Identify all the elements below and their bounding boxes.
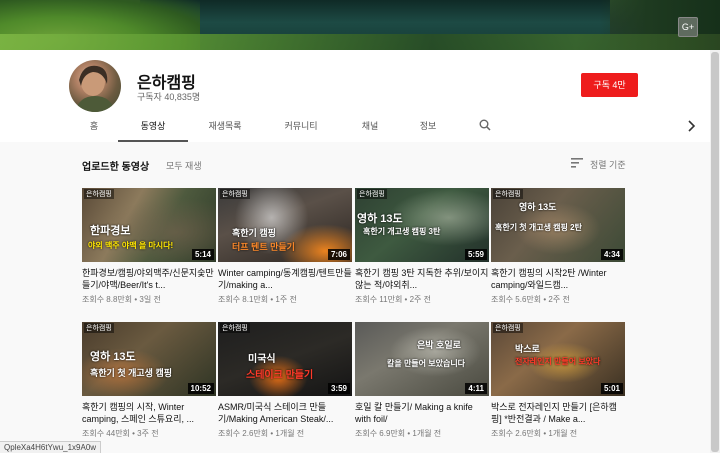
tab-videos[interactable]: 동영상 [118, 112, 188, 142]
uploads-section: 업로드한 동영상 모두 재생 정렬 기준 은하캠핑 한파경보 야외 맥주 야맥 … [0, 142, 710, 453]
google-plus-icon[interactable]: G+ [678, 17, 698, 37]
thumb-caption: 스테이크 만들기 [246, 370, 314, 381]
thumb-caption: 은박 호일로 [417, 340, 461, 350]
scrollbar-thumb[interactable] [711, 52, 719, 452]
channel-watermark: 은하캠핑 [220, 189, 250, 199]
search-icon[interactable] [479, 119, 491, 131]
subscriber-count: 구독자 40,835명 [137, 92, 201, 102]
video-meta: 조회수 44만회 • 3주 전 [82, 429, 159, 438]
video-title[interactable]: ASMR/미국식 스테이크 만들기/Making American Steak/… [218, 401, 352, 425]
status-url: QpleXa4H6tYwu_1x9A0w [0, 441, 102, 453]
thumb-caption: 한파경보 [90, 225, 131, 237]
channel-watermark: 은하캠핑 [493, 323, 523, 333]
play-all-link[interactable]: 모두 재생 [166, 159, 202, 172]
tab-about[interactable]: 정보 [410, 112, 446, 142]
thumb-caption: 칼을 만들어 보았습니다 [387, 359, 466, 368]
thumb-caption: 터프 텐트 만들기 [232, 242, 295, 252]
section-title: 업로드한 동영상 [82, 162, 150, 173]
sort-label: 정렬 기준 [590, 160, 626, 170]
video-thumbnail[interactable]: 은하캠핑 한파경보 야외 맥주 야맥 을 마시다! 5:14 [82, 188, 216, 262]
tab-community[interactable]: 커뮤니티 [272, 112, 330, 142]
video-title[interactable]: 혹한기 캠핑의 시작2탄 /Winter camping/와일드캠... [491, 267, 625, 291]
sort-icon [571, 158, 583, 168]
thumb-caption: 영하 13도 [90, 351, 136, 363]
thumb-caption: 혹한기 캠핑 [232, 228, 276, 238]
thumb-caption: 혹한기 개고생 캠핑 3탄 [363, 227, 441, 236]
video-meta: 조회수 11만회 • 2주 전 [355, 295, 431, 304]
video-title[interactable]: Winter camping/동계캠핑/텐트만들기/making a... [218, 267, 352, 291]
thumb-caption: 야외 맥주 야맥 을 마시다! [88, 241, 174, 250]
thumb-caption: 미국식 [248, 354, 276, 365]
video-duration: 5:01 [600, 383, 623, 394]
tab-channels[interactable]: 채널 [350, 112, 390, 142]
video-duration: 5:14 [191, 249, 214, 260]
channel-watermark: 은하캠핑 [357, 189, 387, 199]
chevron-right-icon[interactable] [686, 120, 696, 132]
video-duration: 5:59 [464, 249, 487, 260]
video-thumbnail[interactable]: 은하캠핑 미국식 스테이크 만들기 3:59 [218, 322, 352, 396]
video-thumbnail[interactable]: 은하캠핑 영하 13도 혹한기 첫 개고생 캠핑 2탄 4:34 [491, 188, 625, 262]
video-title[interactable]: 혹한기 캠핑 3탄 지독한 추위/보이지 않는 적/야외취... [355, 267, 489, 291]
video-title[interactable]: 혹한기 캠핑의 시작, Winter camping, 스페인 스튜요리, ..… [82, 401, 216, 425]
thumb-caption: 혹한기 첫 개고생 캠핑 [90, 368, 173, 378]
channel-watermark: 은하캠핑 [84, 189, 114, 199]
thumb-caption: 혹한기 첫 개고생 캠핑 2탄 [495, 223, 582, 232]
channel-watermark: 은하캠핑 [84, 323, 114, 333]
thumb-caption: 박스로 [515, 344, 540, 354]
video-duration: 4:34 [600, 249, 623, 260]
thumb-caption: 전자레인지 만들어 보았다 [515, 357, 601, 366]
video-meta: 조회수 5.6만회 • 2주 전 [491, 295, 570, 304]
tab-home[interactable]: 홈 [80, 112, 108, 142]
video-thumbnail[interactable]: 은하캠핑 영하 13도 혹한기 개고생 캠핑 3탄 5:59 [355, 188, 489, 262]
video-meta: 조회수 8.8만회 • 3일 전 [82, 295, 161, 304]
video-duration: 7:06 [327, 249, 350, 260]
channel-watermark: 은하캠핑 [220, 323, 250, 333]
video-title[interactable]: 박스로 전자레인지 만들기 [은하캠핑] *반전결과 / Make a... [491, 401, 625, 425]
thumb-caption: 영하 13도 [357, 213, 403, 225]
video-meta: 조회수 2.6만회 • 1개월 전 [491, 429, 578, 438]
channel-header: 은하캠핑 구독자 40,835명 구독 4만 홈 동영상 재생목록 커뮤니티 채… [0, 50, 710, 142]
video-thumbnail[interactable]: 은박 호일로 칼을 만들어 보았습니다 4:11 [355, 322, 489, 396]
channel-banner: G+ [0, 0, 720, 50]
video-title[interactable]: 한파경보/캠핑/야외맥주/신문지숯만들기/야맥/Beer/It's t... [82, 267, 216, 291]
avatar[interactable] [69, 60, 121, 112]
banner-shoreline [0, 34, 720, 50]
video-duration: 3:59 [327, 383, 350, 394]
subscribe-button[interactable]: 구독 4만 [581, 73, 638, 97]
video-meta: 조회수 8.1만회 • 1주 전 [218, 295, 297, 304]
video-title[interactable]: 호일 칼 만들기/ Making a knife with foil/ [355, 401, 489, 425]
video-meta: 조회수 6.9만회 • 1개월 전 [355, 429, 442, 438]
video-duration: 4:11 [465, 383, 487, 394]
channel-watermark: 은하캠핑 [493, 189, 523, 199]
video-duration: 10:52 [187, 383, 214, 394]
video-thumbnail[interactable]: 은하캠핑 혹한기 캠핑 터프 텐트 만들기 7:06 [218, 188, 352, 262]
video-meta: 조회수 2.6만회 • 1개월 전 [218, 429, 305, 438]
tab-playlists[interactable]: 재생목록 [196, 112, 254, 142]
video-thumbnail[interactable]: 은하캠핑 박스로 전자레인지 만들어 보았다 5:01 [491, 322, 625, 396]
video-thumbnail[interactable]: 은하캠핑 영하 13도 혹한기 첫 개고생 캠핑 10:52 [82, 322, 216, 396]
channel-tabs: 홈 동영상 재생목록 커뮤니티 채널 정보 [0, 112, 710, 142]
thumb-caption: 영하 13도 [519, 202, 557, 212]
